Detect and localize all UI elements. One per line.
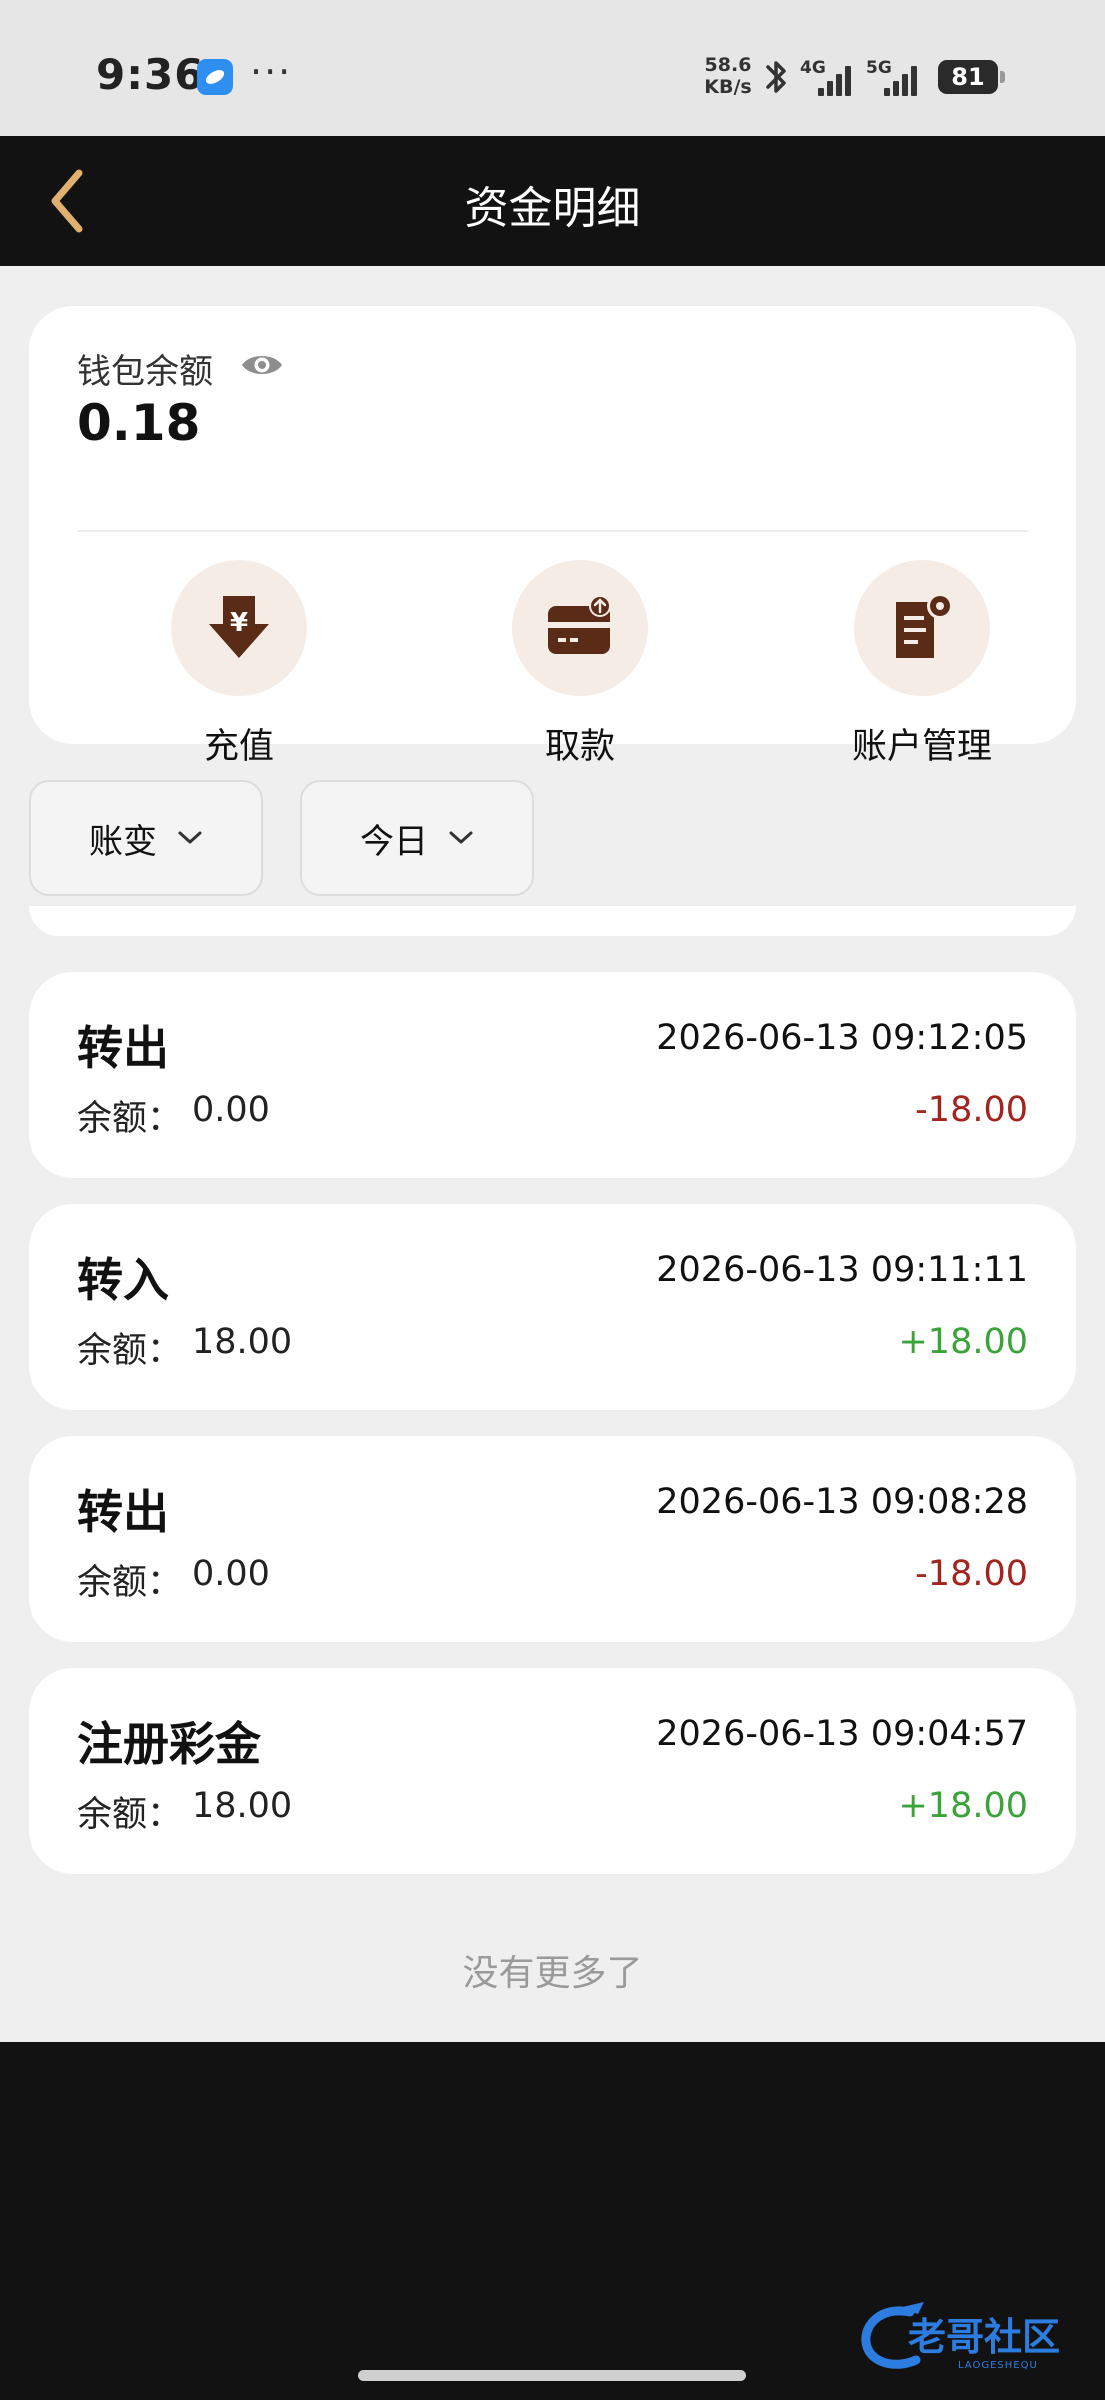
transaction-type: 注册彩金 bbox=[77, 1717, 261, 1771]
withdraw-card-icon bbox=[548, 595, 611, 654]
divider bbox=[77, 530, 1028, 532]
transaction-time: 2026-06-13 09:12:05 bbox=[656, 1018, 1028, 1058]
balance-value: 0.00 bbox=[192, 1090, 270, 1130]
transaction-time: 2026-06-13 09:04:57 bbox=[656, 1714, 1028, 1754]
deposit-icon-circle: ¥ bbox=[171, 560, 307, 696]
account-management-label: 账户管理 bbox=[851, 727, 992, 767]
transaction-amount: +18.00 bbox=[898, 1322, 1028, 1362]
status-time: 9:36 bbox=[96, 50, 205, 99]
balance-value: 0.00 bbox=[192, 1554, 270, 1594]
signal-4g-icon: 4G bbox=[800, 58, 854, 96]
transaction-type: 转出 bbox=[77, 1485, 169, 1539]
watermark-logo: 老哥社区 LAOGESHEQU bbox=[861, 2302, 1060, 2371]
filter-type-dropdown[interactable]: 账变 bbox=[29, 780, 263, 896]
account-icon-circle bbox=[854, 560, 990, 696]
deposit-button[interactable]: ¥ 充值 bbox=[139, 560, 339, 769]
transaction-amount: -18.00 bbox=[915, 1090, 1028, 1130]
deposit-icon: ¥ bbox=[209, 596, 269, 658]
balance-label: 余额： bbox=[77, 1563, 183, 1603]
wallet-balance: 0.18 bbox=[77, 394, 201, 452]
network-speed: 58.6 KB/s bbox=[698, 54, 758, 98]
home-indicator[interactable] bbox=[358, 2370, 746, 2381]
nav-bar: 资金明细 bbox=[0, 136, 1105, 266]
balance-label: 余额： bbox=[77, 1795, 183, 1835]
filter-date-label: 今日 bbox=[360, 821, 428, 862]
wallet-card: 钱包余额 0.18 ¥ 充值 取款 账户管理 bbox=[29, 306, 1076, 767]
deposit-label: 充值 bbox=[203, 727, 274, 767]
transaction-amount: -18.00 bbox=[915, 1554, 1028, 1594]
network-speed-unit: KB/s bbox=[704, 76, 752, 98]
battery-icon: 81 bbox=[938, 60, 1005, 94]
balance-value: 18.00 bbox=[192, 1322, 293, 1362]
transaction-type: 转入 bbox=[77, 1253, 169, 1307]
withdraw-button[interactable]: 取款 bbox=[480, 560, 680, 769]
wallet-label: 钱包余额 bbox=[77, 352, 213, 392]
more-notifications-icon: ··· bbox=[250, 50, 293, 94]
svg-text:老哥社区: 老哥社区 bbox=[908, 2315, 1060, 2359]
bluetooth-icon bbox=[766, 61, 786, 93]
main-content: 钱包余额 0.18 ¥ 充值 取款 账户管理 账变 今日 转出 2026-06-… bbox=[0, 266, 1105, 2042]
status-bar: 9:36 ··· 58.6 KB/s 4G 5G 81 bbox=[0, 0, 1105, 136]
transaction-card[interactable]: 转出 2026-06-13 09:08:28 余额： 0.00 -18.00 bbox=[29, 1436, 1076, 1642]
transaction-card[interactable]: 转入 2026-06-13 09:11:11 余额： 18.00 +18.00 bbox=[29, 1204, 1076, 1410]
transaction-type: 转出 bbox=[77, 1021, 169, 1075]
transaction-card-partial bbox=[29, 906, 1076, 936]
chevron-down-icon bbox=[449, 831, 473, 844]
svg-text:LAOGESHEQU: LAOGESHEQU bbox=[958, 2360, 1038, 2371]
chevron-down-icon bbox=[178, 831, 202, 844]
transaction-card[interactable]: 转出 2026-06-13 09:12:05 余额： 0.00 -18.00 bbox=[29, 972, 1076, 1178]
transaction-card[interactable]: 注册彩金 2026-06-13 09:04:57 余额： 18.00 +18.0… bbox=[29, 1668, 1076, 1874]
filter-date-dropdown[interactable]: 今日 bbox=[300, 780, 534, 896]
account-settings-icon bbox=[896, 593, 953, 658]
transaction-amount: +18.00 bbox=[898, 1786, 1028, 1826]
svg-text:¥: ¥ bbox=[230, 608, 248, 638]
app-notification-icon bbox=[197, 59, 233, 95]
balance-label: 余额： bbox=[77, 1331, 183, 1371]
balance-label: 余额： bbox=[77, 1099, 183, 1139]
withdraw-label: 取款 bbox=[544, 727, 615, 767]
balance-value: 18.00 bbox=[192, 1786, 293, 1826]
filter-type-label: 账变 bbox=[89, 821, 157, 862]
no-more-text: 没有更多了 bbox=[462, 1953, 643, 1994]
withdraw-icon-circle bbox=[512, 560, 648, 696]
account-management-button[interactable]: 账户管理 bbox=[822, 560, 1022, 769]
page-title: 资金明细 bbox=[464, 183, 641, 234]
eye-icon[interactable] bbox=[239, 342, 285, 388]
transaction-time: 2026-06-13 09:08:28 bbox=[656, 1482, 1028, 1522]
network-speed-value: 58.6 bbox=[704, 54, 752, 76]
signal-5g-icon: 5G bbox=[866, 58, 920, 96]
transaction-time: 2026-06-13 09:11:11 bbox=[656, 1250, 1028, 1290]
